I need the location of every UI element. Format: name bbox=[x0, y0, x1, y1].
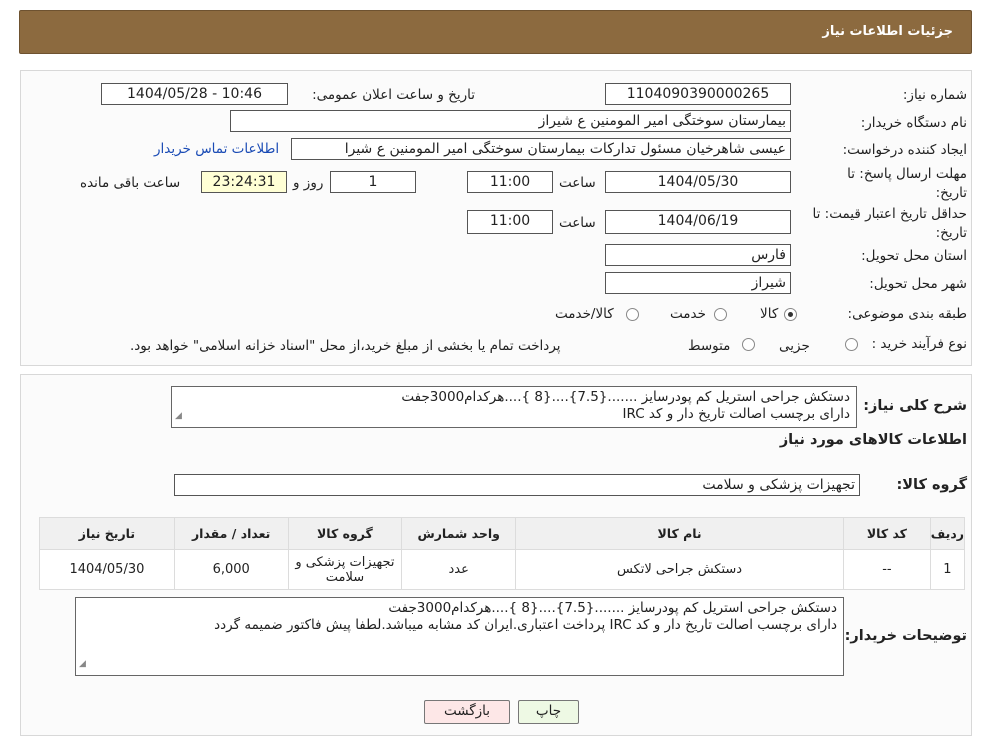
process-payment-note: پرداخت تمام یا بخشی از مبلغ خرید،از محل … bbox=[130, 338, 561, 354]
category-radio-service[interactable] bbox=[714, 308, 727, 321]
validity-label-date: تاریخ: bbox=[935, 225, 967, 241]
deadline-time-label: ساعت bbox=[559, 175, 596, 191]
goods-group-label: گروه کالا: bbox=[896, 477, 967, 493]
items-table: ردیف کد کالا نام کالا واحد شمارش گروه کا… bbox=[39, 517, 966, 590]
cell-row: 1 bbox=[929, 549, 966, 590]
creator-label: ایجاد کننده درخواست: bbox=[842, 142, 967, 158]
province-field: فارس bbox=[605, 244, 791, 266]
category-label: طبقه بندی موضوعی: bbox=[847, 306, 967, 322]
cell-unit: عدد bbox=[401, 549, 517, 590]
deadline-time-field: 11:00 bbox=[467, 171, 553, 193]
col-unit: واحد شمارش bbox=[401, 517, 517, 550]
col-code: کد کالا bbox=[843, 517, 931, 550]
remaining-time-field: 23:24:31 bbox=[201, 171, 287, 193]
announce-label: تاریخ و ساعت اعلان عمومی: bbox=[312, 87, 475, 103]
process-label: نوع فرآیند خرید : bbox=[871, 336, 967, 352]
need-number-label: شماره نیاز: bbox=[902, 87, 967, 103]
process-radio-medium[interactable] bbox=[742, 338, 755, 351]
col-date: تاریخ نیاز bbox=[39, 517, 175, 550]
remaining-label: ساعت باقی مانده bbox=[80, 175, 181, 191]
process-option-medium: متوسط bbox=[688, 338, 731, 354]
print-button[interactable]: چاپ bbox=[518, 700, 579, 724]
cell-code: -- bbox=[843, 549, 931, 590]
page-header: جزئیات اطلاعات نیاز bbox=[19, 10, 972, 54]
deadline-date-field: 1404/05/30 bbox=[605, 171, 791, 193]
cell-date: 1404/05/30 bbox=[39, 549, 175, 590]
province-label: استان محل تحویل: bbox=[861, 248, 967, 264]
goods-group-field: تجهیزات پزشکی و سلامت bbox=[174, 474, 860, 496]
validity-label: حداقل تاریخ اعتبار قیمت: تا bbox=[812, 206, 967, 222]
col-group: گروه کالا bbox=[287, 517, 403, 550]
col-row: ردیف bbox=[929, 517, 966, 550]
deadline-label-date: تاریخ: bbox=[935, 185, 967, 201]
resize-grip-icon[interactable]: ◢ bbox=[79, 656, 86, 673]
remaining-days-field: 1 bbox=[330, 171, 416, 193]
buyer-notes-label: توضیحات خریدار: bbox=[844, 628, 967, 644]
announce-datetime-field: 1404/05/28 - 10:46 bbox=[101, 83, 288, 105]
buyer-field: بیمارستان سوختگی امیر المومنین ع شیراز bbox=[230, 110, 791, 132]
back-button[interactable]: بازگشت bbox=[424, 700, 510, 724]
process-option-minor: جزیی bbox=[779, 338, 810, 354]
page-title: جزئیات اطلاعات نیاز bbox=[822, 24, 953, 39]
col-name: نام کالا bbox=[515, 517, 845, 550]
category-radio-goods[interactable] bbox=[784, 308, 797, 321]
col-quantity: تعداد / مقدار bbox=[173, 517, 289, 550]
goods-info-title: اطلاعات کالاهای مورد نیاز bbox=[779, 432, 967, 448]
buyer-notes-line-1: دستکش جراحی استریل کم پودرسایز .......{7… bbox=[388, 600, 837, 616]
cell-quantity: 6,000 bbox=[173, 549, 289, 590]
validity-time-field: 11:00 bbox=[467, 210, 553, 234]
validity-date-field: 1404/06/19 bbox=[605, 210, 791, 234]
deadline-label: مهلت ارسال پاسخ: تا bbox=[847, 166, 967, 182]
description-label: شرح کلی نیاز: bbox=[863, 398, 967, 414]
validity-time-label: ساعت bbox=[559, 215, 596, 231]
city-field: شیراز bbox=[605, 272, 791, 294]
description-line-2: دارای برچسب اصالت تاریخ دار و کد IRC bbox=[622, 406, 851, 422]
category-option-service: خدمت bbox=[670, 306, 706, 322]
cell-name: دستکش جراحی لاتکس bbox=[515, 549, 845, 590]
buyer-label: نام دستگاه خریدار: bbox=[860, 115, 967, 131]
description-textarea[interactable]: دستکش جراحی استریل کم پودرسایز .......{7… bbox=[171, 386, 857, 428]
table-row: 1 -- دستکش جراحی لاتکس عدد تجهیزات پزشکی… bbox=[39, 549, 966, 590]
cell-group: تجهیزات پزشکی و سلامت bbox=[287, 549, 403, 590]
process-radio-minor[interactable] bbox=[845, 338, 858, 351]
city-label: شهر محل تحویل: bbox=[869, 276, 967, 292]
creator-field: عیسی شاهرخیان مسئول تدارکات بیمارستان سو… bbox=[291, 138, 791, 160]
category-option-goods: کالا bbox=[760, 306, 779, 322]
items-table-header: ردیف کد کالا نام کالا واحد شمارش گروه کا… bbox=[39, 517, 966, 550]
resize-grip-icon[interactable]: ◢ bbox=[175, 408, 182, 425]
need-number-field: 1104090390000265 bbox=[605, 83, 791, 105]
category-option-goods-service: کالا/خدمت bbox=[555, 306, 614, 322]
category-radio-goods-service[interactable] bbox=[626, 308, 639, 321]
description-line-1: دستکش جراحی استریل کم پودرسایز .......{7… bbox=[401, 389, 850, 405]
items-table-wrapper: ردیف کد کالا نام کالا واحد شمارش گروه کا… bbox=[39, 517, 966, 590]
days-label: روز و bbox=[293, 175, 324, 191]
buyer-notes-textarea[interactable]: دستکش جراحی استریل کم پودرسایز .......{7… bbox=[75, 597, 844, 676]
buyer-notes-line-2: دارای برچسب اصالت تاریخ دار و کد IRC پرد… bbox=[214, 617, 837, 633]
buyer-contact-link[interactable]: اطلاعات تماس خریدار bbox=[154, 141, 279, 157]
